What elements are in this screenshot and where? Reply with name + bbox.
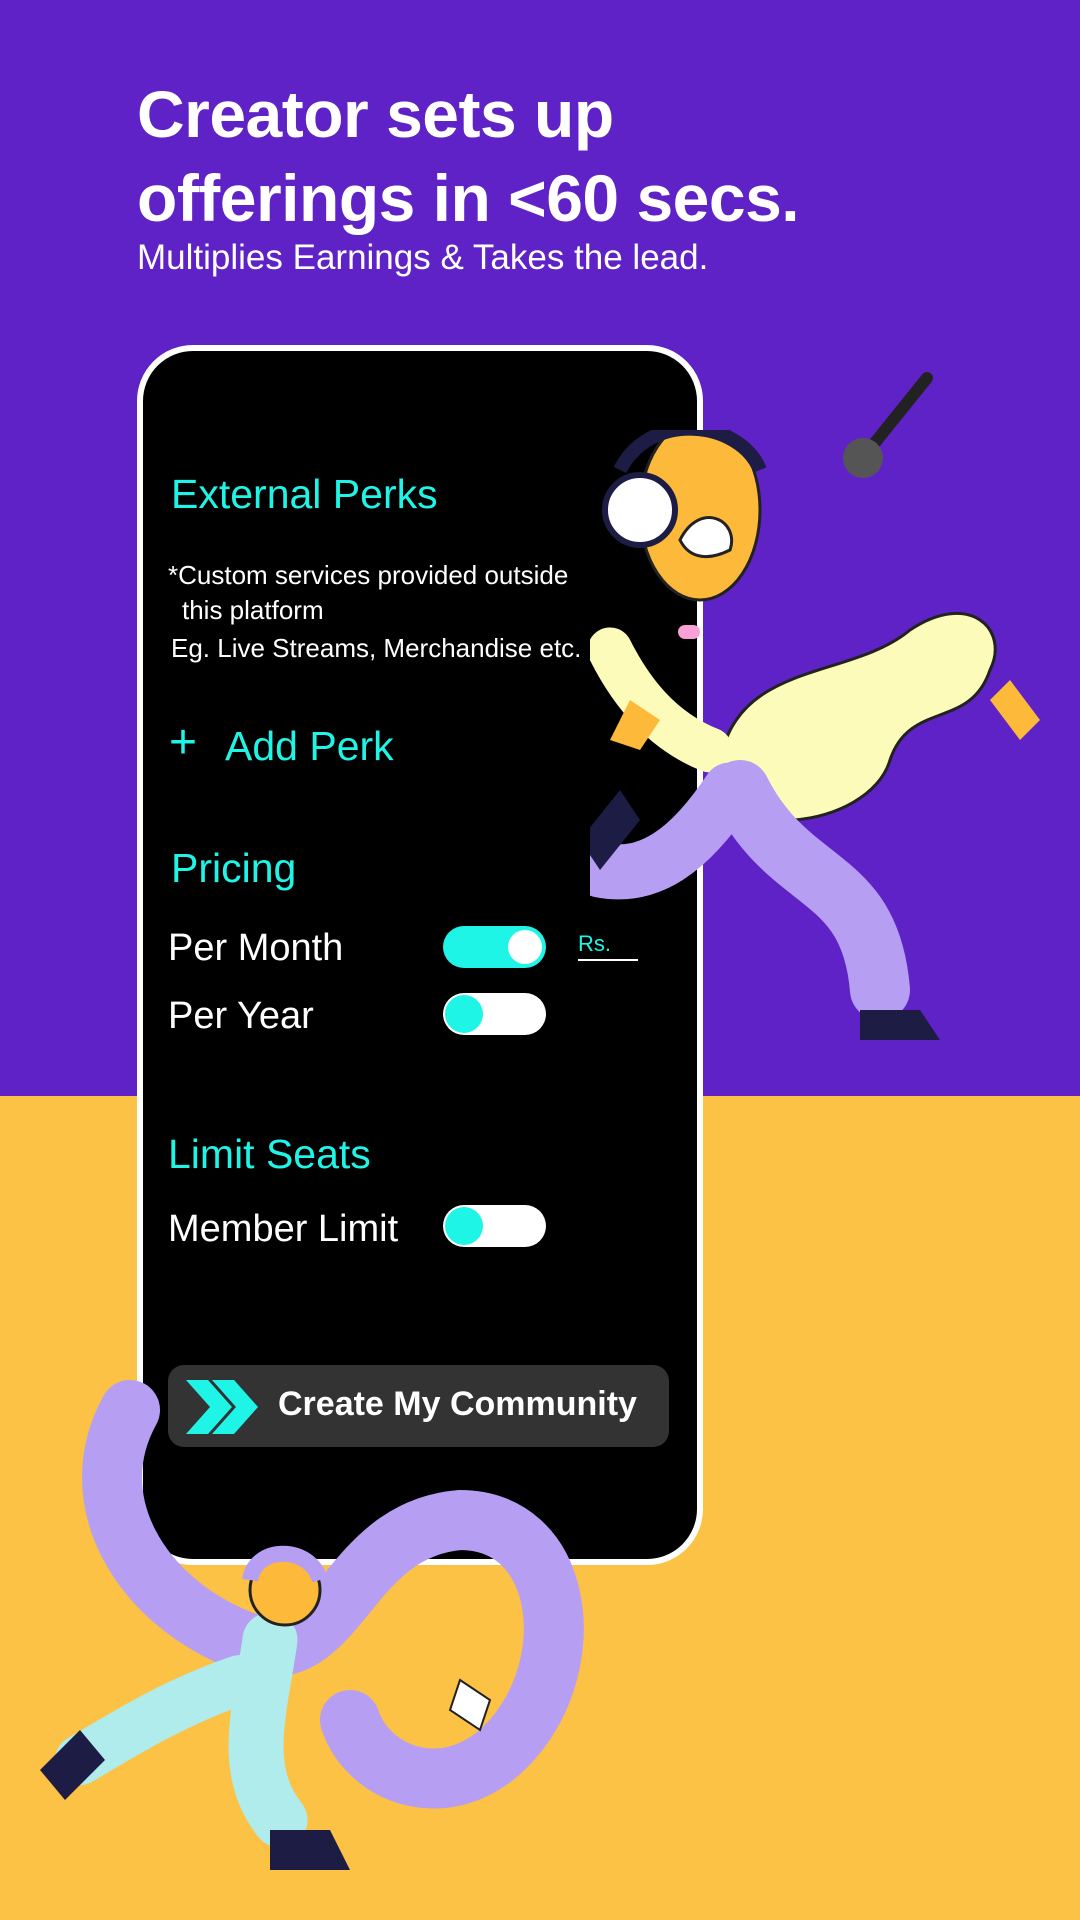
perks-description-1: *Custom services provided outside bbox=[168, 560, 569, 590]
per-month-label: Per Month bbox=[168, 927, 344, 969]
toggle-knob bbox=[508, 930, 542, 964]
character-illustration-top bbox=[590, 430, 1040, 1040]
pricing-heading: Pricing bbox=[171, 845, 297, 891]
toggle-knob bbox=[445, 995, 483, 1033]
character-illustration-bottom bbox=[40, 1380, 584, 1870]
external-perks-heading: External Perks bbox=[171, 471, 438, 517]
per-month-toggle[interactable] bbox=[443, 926, 546, 968]
add-perk-label: Add Perk bbox=[225, 723, 394, 769]
perks-description-2: this platform bbox=[182, 595, 324, 625]
per-year-toggle[interactable] bbox=[443, 993, 546, 1035]
headline-line-2: offerings in <60 secs. bbox=[137, 161, 800, 235]
headline-line-1: Creator sets up bbox=[137, 77, 614, 151]
member-limit-label: Member Limit bbox=[168, 1208, 399, 1250]
toggle-knob bbox=[445, 1207, 483, 1245]
headline: Creator sets up offerings in <60 secs. bbox=[137, 72, 800, 240]
plus-icon: + bbox=[169, 716, 198, 769]
member-limit-toggle[interactable] bbox=[443, 1205, 546, 1247]
perks-description-3: Eg. Live Streams, Merchandise etc. bbox=[171, 633, 582, 663]
subheadline: Multiplies Earnings & Takes the lead. bbox=[137, 238, 709, 277]
limit-seats-heading: Limit Seats bbox=[168, 1131, 371, 1177]
per-year-label: Per Year bbox=[168, 995, 314, 1037]
